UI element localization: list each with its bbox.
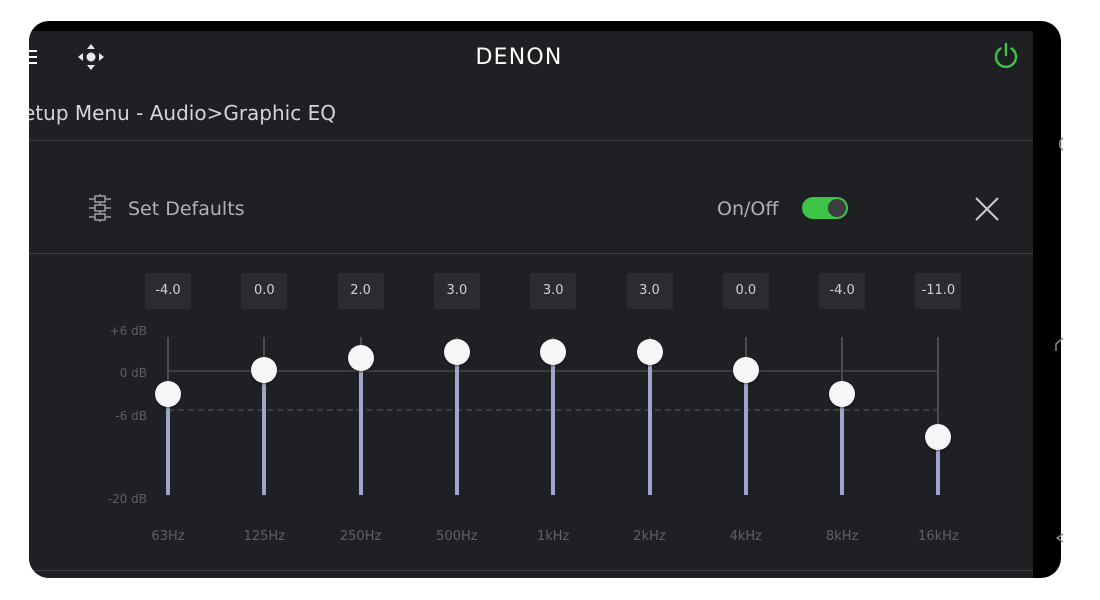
- onoff-label: On/Off: [717, 198, 779, 220]
- band-frequency-label: 63Hz: [151, 529, 185, 544]
- slider-fill: [262, 370, 267, 495]
- eq-band: -11.0 16kHz: [898, 271, 978, 561]
- eq-band: 3.0 500Hz: [417, 271, 497, 561]
- hamburger-menu-icon[interactable]: [29, 49, 39, 65]
- eq-band: 3.0 1kHz: [513, 271, 593, 561]
- eq-band: 0.0 125Hz: [224, 271, 304, 561]
- set-defaults-button[interactable]: Set Defaults: [128, 198, 245, 220]
- slider-fill: [743, 370, 748, 495]
- slider-thumb[interactable]: [829, 381, 856, 408]
- band-frequency-label: 16kHz: [918, 529, 959, 544]
- band-value-box[interactable]: -11.0: [915, 273, 962, 309]
- toolbar-divider: [29, 253, 1033, 254]
- slider-fill: [551, 351, 556, 495]
- slider-thumb[interactable]: [925, 424, 952, 451]
- band-frequency-label: 250Hz: [339, 529, 382, 544]
- band-value-box[interactable]: 2.0: [337, 273, 384, 309]
- eq-band: -4.0 63Hz: [128, 271, 208, 561]
- band-frequency-label: 8kHz: [825, 529, 859, 544]
- band-value-box[interactable]: 3.0: [530, 273, 577, 309]
- breadcrumb: etup Menu - Audio>Graphic EQ: [29, 101, 336, 125]
- eq-band: 3.0 2kHz: [610, 271, 690, 561]
- equalizer-sliders-icon[interactable]: [87, 193, 113, 223]
- app-screen: DENON etup Menu - Audio>Graphic EQ Set D…: [29, 31, 1033, 578]
- band-value-box[interactable]: 3.0: [626, 273, 673, 309]
- edge-glyph-home: [1055, 337, 1064, 351]
- band-value-box[interactable]: 0.0: [722, 273, 769, 309]
- slider-thumb[interactable]: [347, 344, 374, 371]
- close-icon[interactable]: [973, 195, 1001, 223]
- slider-thumb[interactable]: [636, 338, 663, 365]
- edge-glyph-back: [1055, 533, 1064, 543]
- slider-thumb[interactable]: [732, 357, 759, 383]
- device-frame: DENON etup Menu - Audio>Graphic EQ Set D…: [29, 21, 1061, 578]
- band-value-box[interactable]: 0.0: [241, 273, 288, 309]
- eq-band: 0.0 4kHz: [706, 271, 786, 561]
- eq-band: 2.0 250Hz: [321, 271, 401, 561]
- header-divider: [29, 140, 1033, 141]
- power-icon[interactable]: [991, 41, 1021, 71]
- eq-onoff-toggle[interactable]: [802, 197, 848, 219]
- slider-thumb[interactable]: [443, 338, 470, 365]
- band-frequency-label: 1kHz: [536, 529, 570, 544]
- slider-fill: [840, 394, 845, 495]
- brand-logo: DENON: [475, 45, 563, 70]
- band-frequency-label: 2kHz: [633, 529, 666, 544]
- band-frequency-label: 4kHz: [729, 529, 762, 544]
- band-frequency-label: 500Hz: [436, 529, 478, 544]
- edge-glyph-circle: [1058, 137, 1064, 151]
- bottom-divider: [29, 570, 1033, 571]
- slider-fill: [647, 351, 652, 495]
- band-frequency-label: 125Hz: [243, 529, 285, 544]
- band-value-box[interactable]: -4.0: [819, 273, 866, 309]
- band-value-box[interactable]: -4.0: [145, 273, 191, 309]
- slider-fill: [358, 357, 363, 495]
- slider-thumb[interactable]: [540, 338, 567, 365]
- eq-band: -4.0 8kHz: [802, 271, 882, 561]
- toggle-knob: [828, 199, 846, 217]
- move-arrows-icon[interactable]: [75, 41, 107, 73]
- band-value-box[interactable]: 3.0: [433, 273, 480, 309]
- slider-thumb[interactable]: [251, 357, 278, 383]
- slider-fill: [454, 351, 459, 495]
- slider-thumb[interactable]: [155, 381, 181, 408]
- slider-fill: [166, 394, 170, 495]
